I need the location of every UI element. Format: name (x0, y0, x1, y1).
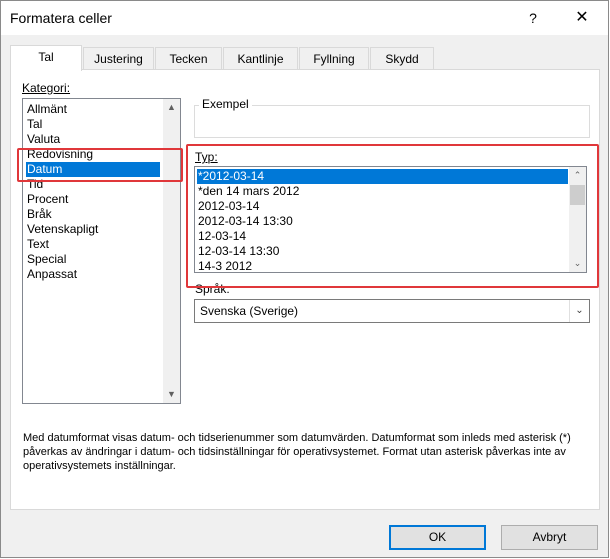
type-item[interactable]: 2012-03-14 13:30 (197, 214, 293, 229)
scroll-thumb[interactable] (570, 185, 585, 205)
type-item[interactable]: 12-03-14 (197, 229, 246, 244)
category-label: Kategori: (22, 81, 70, 95)
scroll-up-icon[interactable]: ▲ (163, 99, 180, 116)
category-item[interactable]: Redovisning (26, 147, 93, 162)
help-icon[interactable]: ? (515, 5, 551, 31)
cancel-button[interactable]: Avbryt (501, 525, 598, 550)
format-description: Med datumformat visas datum- och tidseri… (23, 432, 571, 472)
dialog-title: Formatera celler (10, 10, 112, 26)
category-listbox[interactable]: Allmänt Tal Valuta Redovisning Datum Tid… (22, 98, 181, 404)
tab-kantlinje[interactable]: Kantlinje (223, 47, 298, 69)
language-label: Språk: (195, 282, 230, 296)
language-select[interactable]: Svenska (Sverige) ⌄ (194, 299, 590, 323)
language-value: Svenska (Sverige) (200, 304, 299, 318)
type-item-selected[interactable]: *2012-03-14 (197, 169, 568, 184)
category-item[interactable]: Valuta (26, 132, 60, 147)
category-scrollbar[interactable]: ▲ ▼ (163, 99, 180, 403)
close-icon[interactable]: ✕ (564, 5, 600, 31)
type-item[interactable]: 12-03-14 13:30 (197, 244, 279, 259)
type-item[interactable]: *den 14 mars 2012 (197, 184, 299, 199)
example-label: Exempel (199, 97, 252, 111)
type-scrollbar[interactable]: ⌃ ⌄ (569, 167, 586, 272)
example-groupbox (194, 105, 590, 138)
category-item[interactable]: Tal (26, 117, 42, 132)
category-item[interactable]: Text (26, 237, 49, 252)
ok-button[interactable]: OK (389, 525, 486, 550)
category-item[interactable]: Bråk (26, 207, 52, 222)
format-cells-dialog: Formatera celler ? ✕ Tal Justering Tecke… (0, 0, 609, 558)
scroll-down-icon[interactable]: ⌄ (569, 255, 586, 272)
type-label: Typ: (195, 150, 218, 164)
tab-tal[interactable]: Tal (10, 45, 82, 71)
chevron-down-icon[interactable]: ⌄ (569, 300, 589, 322)
tab-justering[interactable]: Justering (83, 47, 154, 69)
category-item-selected[interactable]: Datum (26, 162, 160, 177)
category-label-text: Kategori: (22, 81, 71, 95)
type-item[interactable]: 2012-03-14 (197, 199, 259, 214)
category-item[interactable]: Procent (26, 192, 68, 207)
tab-tecken[interactable]: Tecken (155, 47, 222, 69)
type-listbox[interactable]: *2012-03-14 *den 14 mars 2012 2012-03-14… (194, 166, 587, 273)
type-label-text: Typ: (195, 150, 218, 164)
tab-fyllning[interactable]: Fyllning (299, 47, 369, 69)
category-item[interactable]: Special (26, 252, 66, 267)
scroll-down-icon[interactable]: ▼ (163, 386, 180, 403)
category-item[interactable]: Allmänt (26, 102, 67, 117)
tab-panel-tal: Kategori: Allmänt Tal Valuta Redovisning… (10, 69, 600, 510)
category-item[interactable]: Tid (26, 177, 43, 192)
category-item[interactable]: Vetenskapligt (26, 222, 98, 237)
category-item[interactable]: Anpassat (26, 267, 77, 282)
tab-skydd[interactable]: Skydd (370, 47, 434, 69)
type-item[interactable]: 14-3 2012 (197, 259, 252, 272)
title-bar: Formatera celler ? ✕ (1, 1, 608, 35)
scroll-up-icon[interactable]: ⌃ (569, 167, 586, 184)
